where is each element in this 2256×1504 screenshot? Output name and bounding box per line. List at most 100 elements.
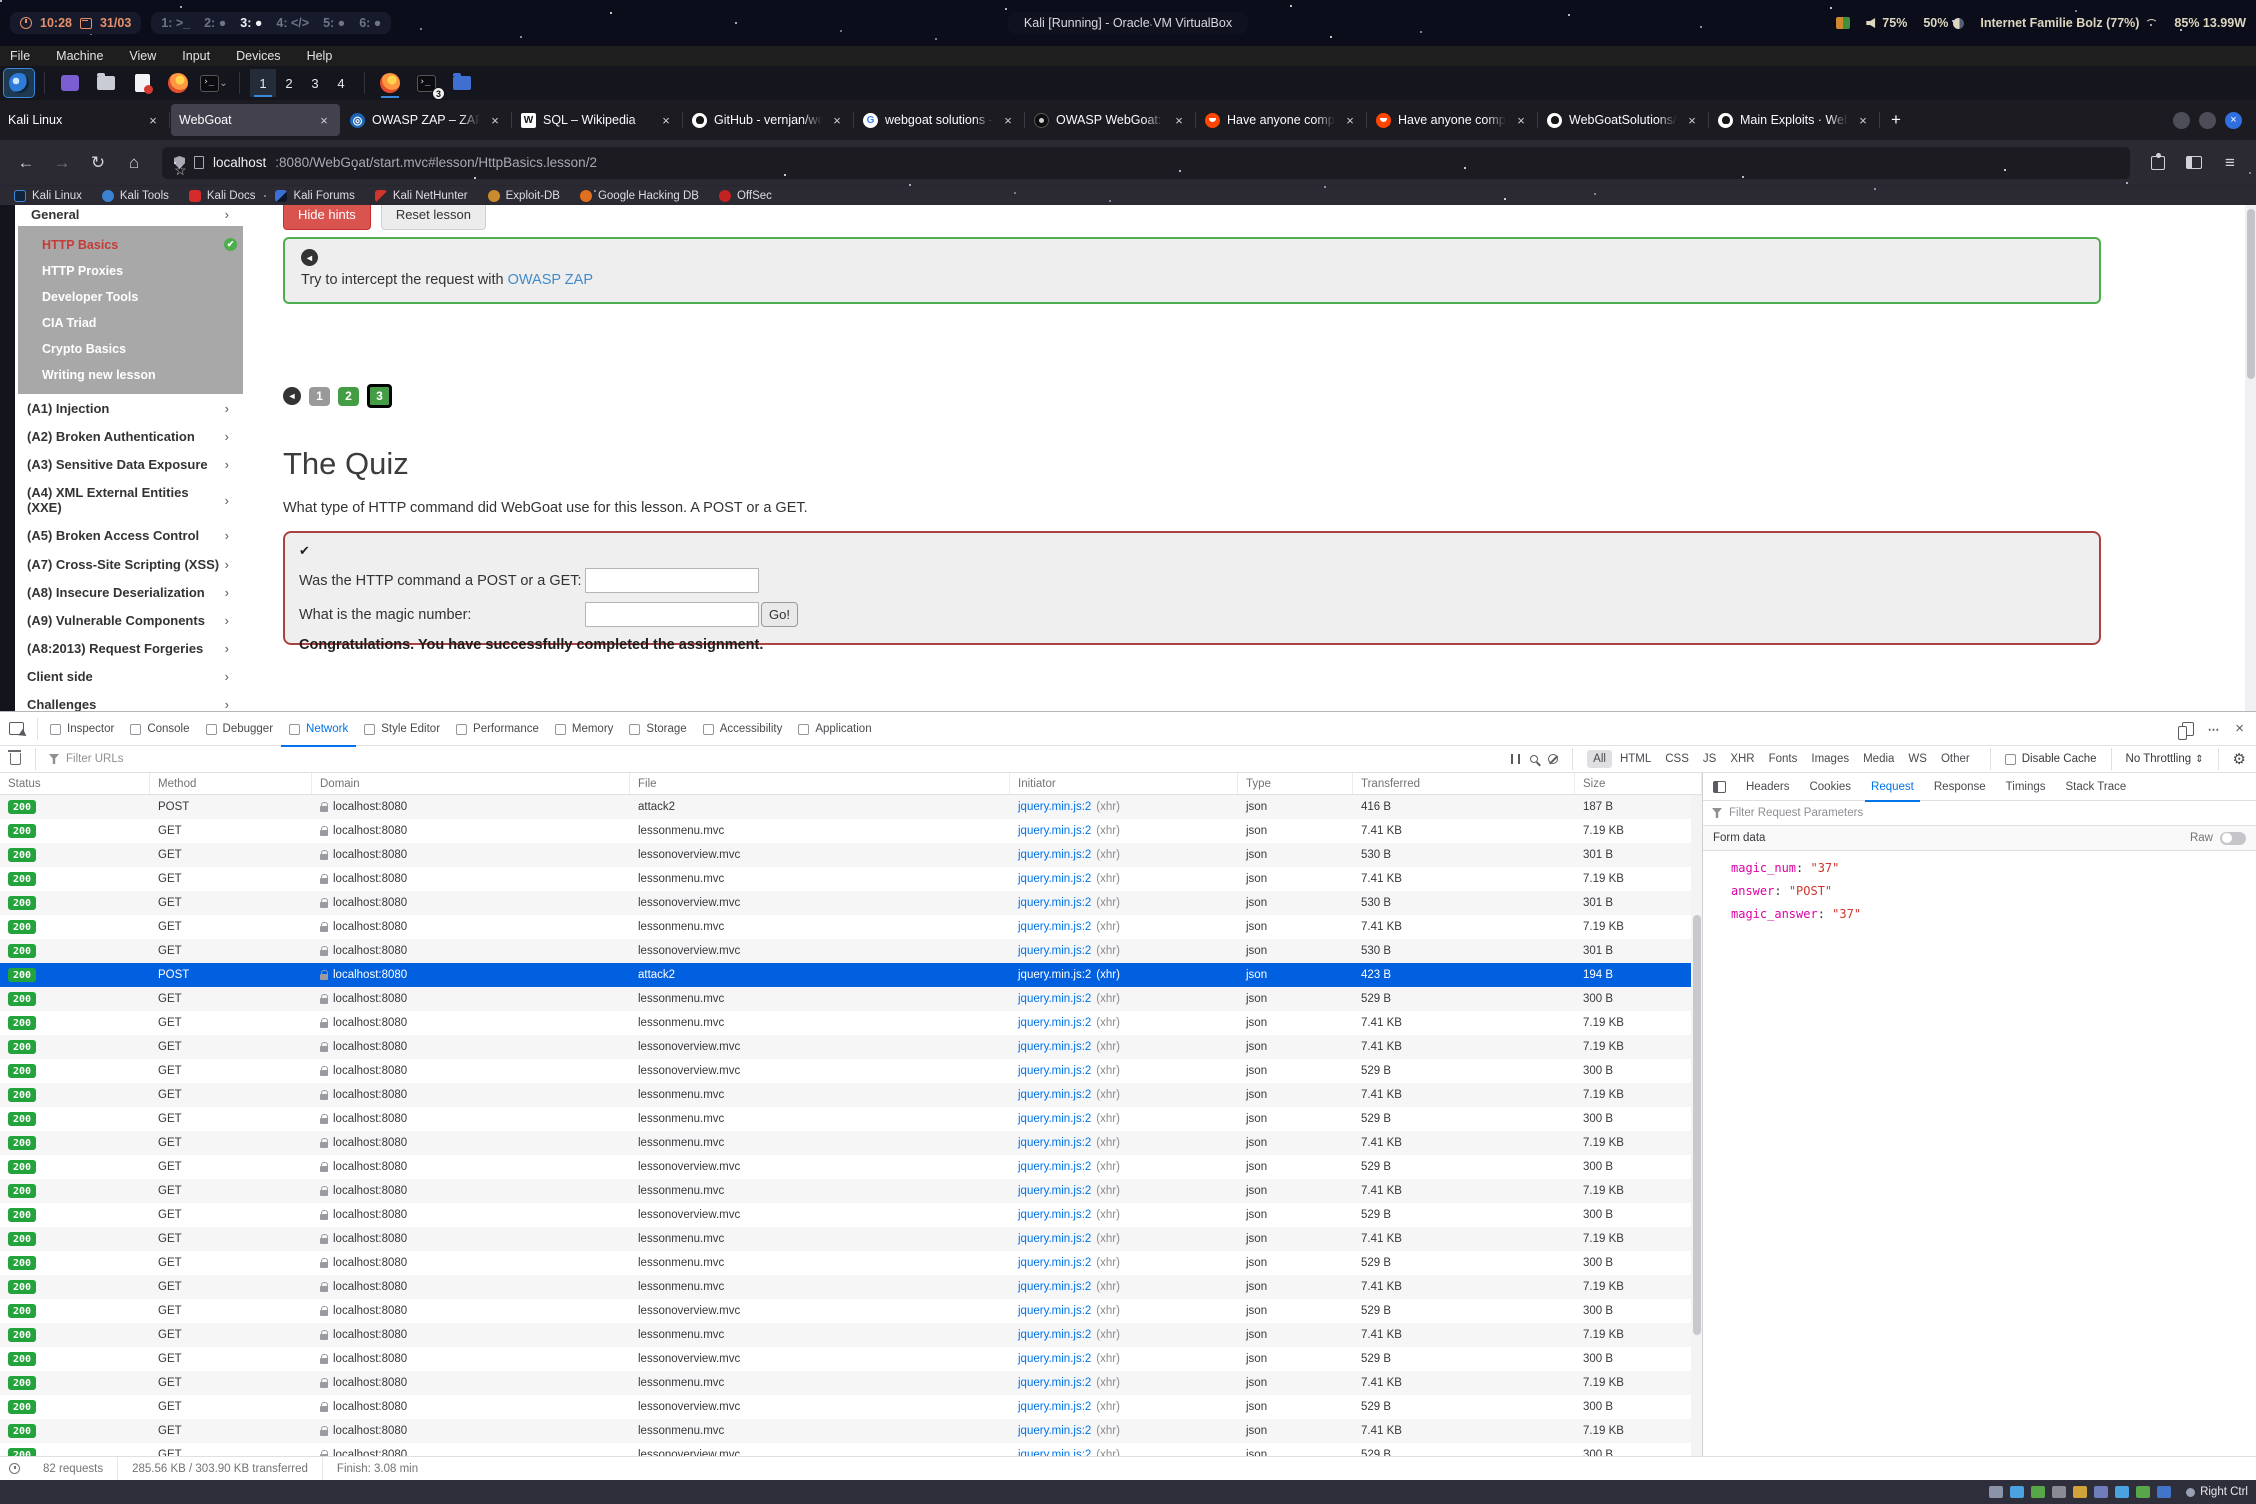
bookmark-item[interactable]: OffSec [719,190,772,202]
details-tab[interactable]: Stack Trace [2056,773,2137,801]
initiator-link[interactable]: jquery.min.js:2 [1018,993,1091,1005]
firefox-launcher[interactable] [163,69,193,97]
clear-requests-icon[interactable] [10,753,21,765]
tab-close-icon[interactable]: × [316,113,332,128]
initiator-link[interactable]: jquery.min.js:2 [1018,1233,1091,1245]
page-number-button[interactable]: 3 [367,384,392,408]
browser-tab[interactable]: webgoat solutions - × [855,104,1024,136]
bookmark-item[interactable]: Kali NetHunter [375,190,468,202]
table-row[interactable]: 200 GET localhost:8080 lessonoverview.mv… [0,1299,1702,1323]
throttling-select[interactable]: No Throttling ⇕ [2126,753,2204,765]
table-row[interactable]: 200 GET localhost:8080 lessonmenu.mvc jq… [0,1083,1702,1107]
column-initiator[interactable]: Initiator [1010,773,1238,794]
bookmark-item[interactable]: Kali Linux [14,190,82,202]
table-row[interactable]: 200 POST localhost:8080 attack2 jquery.m… [0,963,1702,987]
initiator-link[interactable]: jquery.min.js:2 [1018,849,1091,861]
timing-clock-icon[interactable] [9,1463,20,1474]
type-filter-button[interactable]: WS [1902,750,1933,768]
initiator-link[interactable]: jquery.min.js:2 [1018,801,1091,813]
sidebar-category-item[interactable]: (A1) Injection › [15,394,243,422]
devtools-tab[interactable]: Storage [621,712,694,746]
vbox-menu-item[interactable]: Help [307,49,333,63]
initiator-link[interactable]: jquery.min.js:2 [1018,1161,1091,1173]
bookmark-item[interactable]: Exploit-DB [488,190,560,202]
table-row[interactable]: 200 GET localhost:8080 lessonmenu.mvc jq… [0,1179,1702,1203]
sidebar-category-item[interactable]: (A5) Broken Access Control › [15,522,243,550]
workspace-indicator[interactable]: 2: ● [204,16,226,30]
firefox-window-button[interactable] [375,69,405,97]
initiator-link[interactable]: jquery.min.js:2 [1018,1281,1091,1293]
browser-tab[interactable]: OWASP WebGoat: G × [1026,104,1195,136]
table-row[interactable]: 200 GET localhost:8080 lessonmenu.mvc jq… [0,1251,1702,1275]
filter-urls-input[interactable]: Filter URLs [66,753,124,765]
devtools-tab[interactable]: Network [281,712,356,746]
close-button[interactable]: × [2225,112,2242,129]
tab-close-icon[interactable]: × [829,113,845,128]
initiator-link[interactable]: jquery.min.js:2 [1018,1017,1091,1029]
sidebar-lesson-item[interactable]: CIA Triad ✔ [18,310,243,336]
table-row[interactable]: 200 GET localhost:8080 lessonoverview.mv… [0,1059,1702,1083]
initiator-link[interactable]: jquery.min.js:2 [1018,1449,1091,1456]
vbox-menu-item[interactable]: File [10,49,30,63]
table-row[interactable]: 200 GET localhost:8080 lessonmenu.mvc jq… [0,987,1702,1011]
browser-tab[interactable]: SQL – Wikipedia × [513,104,682,136]
tab-close-icon[interactable]: × [1000,113,1016,128]
bookmark-item[interactable]: Google Hacking DB [580,190,699,202]
raw-toggle[interactable] [2220,832,2246,845]
sidebar-category-item[interactable]: (A7) Cross-Site Scripting (XSS) › [15,550,243,578]
devtools-menu-icon[interactable]: ⋯ [2208,722,2222,736]
page-number-button[interactable]: 1 [309,387,330,406]
tab-close-icon[interactable]: × [1513,113,1529,128]
hint-prev-icon[interactable]: ◄ [301,249,318,266]
devtools-tab[interactable]: Accessibility [695,712,791,746]
initiator-link[interactable]: jquery.min.js:2 [1018,873,1091,885]
sidebar-toggle-icon[interactable] [2178,148,2210,178]
shared-folders-icon[interactable] [2073,1486,2087,1498]
table-row[interactable]: 200 GET localhost:8080 lessonoverview.mv… [0,1395,1702,1419]
browser-tab[interactable]: WebGoat × [171,104,340,136]
sidebar-lesson-item[interactable]: Writing new lesson ✔ [18,362,243,388]
disable-cache-control[interactable]: Disable Cache [2005,753,2097,765]
url-bar[interactable]: localhost :8080/WebGoat/start.mvc#lesson… [162,147,2130,179]
keyboard-layout-icon[interactable] [1836,17,1850,29]
column-size[interactable]: Size [1575,773,1702,794]
sidebar-lesson-item[interactable]: HTTP Proxies ✔ [18,258,243,284]
initiator-link[interactable]: jquery.min.js:2 [1018,1425,1091,1437]
disable-cache-checkbox[interactable] [2005,754,2016,765]
initiator-link[interactable]: jquery.min.js:2 [1018,969,1091,981]
initiator-link[interactable]: jquery.min.js:2 [1018,1401,1091,1413]
show-desktop-button[interactable] [55,69,85,97]
magic-number-input[interactable] [585,602,759,627]
sidebar-category-item[interactable]: Challenges › [15,691,243,711]
column-type[interactable]: Type [1238,773,1353,794]
workspace-indicator[interactable]: 5: ● [323,16,345,30]
optical-drive-icon[interactable] [2010,1486,2024,1498]
network-settings-gear-icon[interactable]: ⚙ [2233,750,2246,768]
extensions-icon[interactable] [2142,148,2174,178]
column-file[interactable]: File [630,773,1010,794]
details-tab[interactable]: Timings [1996,773,2056,801]
workspace-indicator[interactable]: 6: ● [359,16,381,30]
type-filter-button[interactable]: Media [1857,750,1900,768]
sidebar-category-item[interactable]: (A2) Broken Authentication › [15,422,243,450]
responsive-mode-icon[interactable] [2182,722,2194,736]
tab-close-icon[interactable]: × [1855,113,1871,128]
back-button[interactable]: ← [10,148,42,178]
page-back-icon[interactable]: ◄ [283,387,301,405]
initiator-link[interactable]: jquery.min.js:2 [1018,1377,1091,1389]
initiator-link[interactable]: jquery.min.js:2 [1018,1305,1091,1317]
initiator-link[interactable]: jquery.min.js:2 [1018,1185,1091,1197]
sidebar-category-item[interactable]: (A8:2013) Request Forgeries › [15,635,243,663]
browser-tab[interactable]: GitHub - vernjan/we × [684,104,853,136]
column-domain[interactable]: Domain [312,773,630,794]
table-scrollbar[interactable] [1691,795,1702,1456]
details-tab[interactable]: Headers [1736,773,1799,801]
type-filter-button[interactable]: XHR [1724,750,1760,768]
initiator-link[interactable]: jquery.min.js:2 [1018,1065,1091,1077]
type-filter-button[interactable]: HTML [1614,750,1657,768]
type-filter-button[interactable]: CSS [1659,750,1695,768]
type-filter-button[interactable]: Images [1805,750,1855,768]
sidebar-category-item[interactable]: (A9) Vulnerable Components › [15,606,243,634]
type-filter-button[interactable]: Other [1935,750,1976,768]
tab-close-icon[interactable]: × [1342,113,1358,128]
